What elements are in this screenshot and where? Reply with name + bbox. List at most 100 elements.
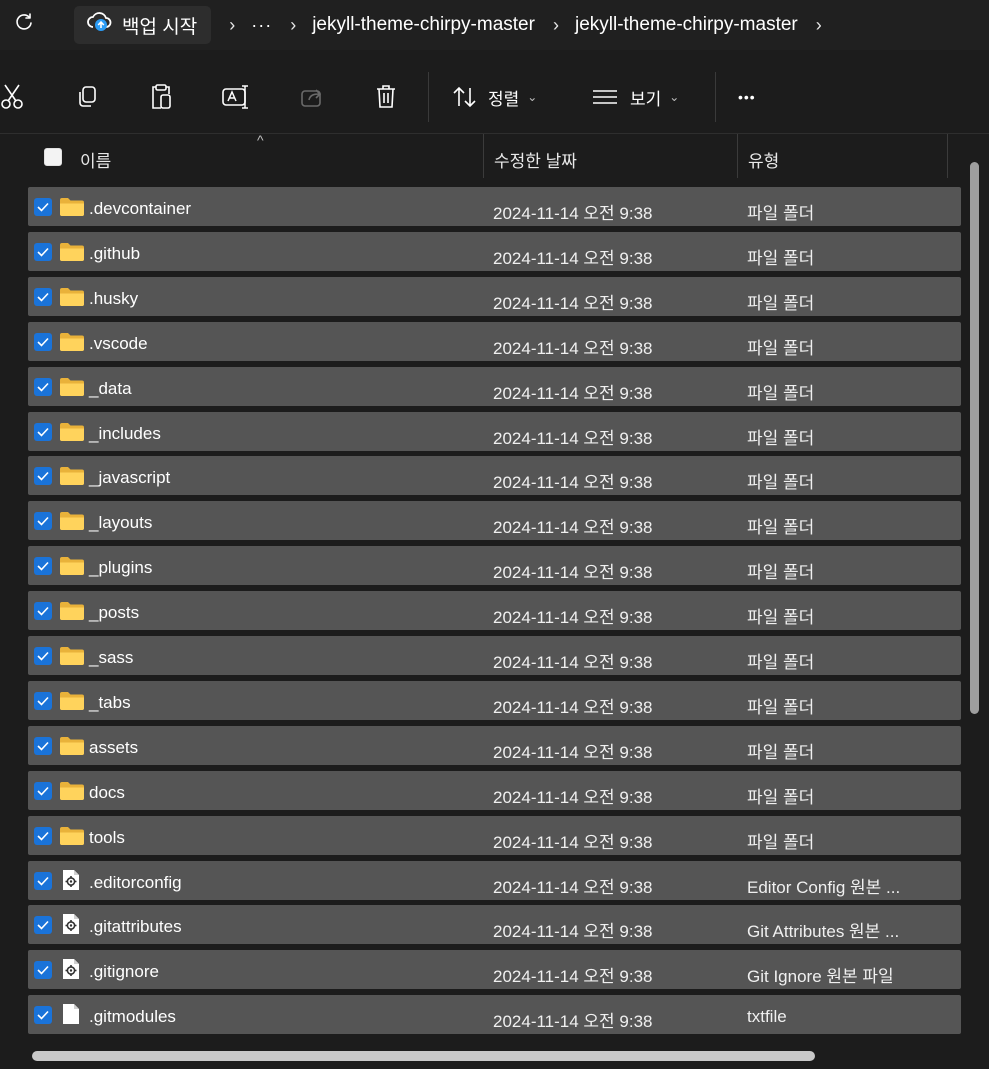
file-name[interactable]: _includes [89, 424, 161, 444]
sort-button[interactable]: 정렬 ⌄ [452, 80, 537, 114]
file-row[interactable]: .gitignore 2024-11-14 오전 9:38 Git Ignore 원… [28, 950, 961, 989]
file-row[interactable]: _posts 2024-11-14 오전 9:38 파일 폴더 [28, 591, 961, 630]
view-button[interactable]: 보기 ⌄ [592, 80, 679, 114]
start-backup-button[interactable]: 백업 시작 [74, 6, 212, 44]
row-checkbox[interactable] [34, 243, 52, 261]
row-checkbox[interactable] [34, 872, 52, 890]
column-divider[interactable] [947, 134, 948, 178]
row-checkbox[interactable] [34, 737, 52, 755]
folder-icon [59, 511, 85, 536]
row-checkbox[interactable] [34, 916, 52, 934]
file-name[interactable]: _layouts [89, 513, 152, 533]
checkmark-icon [37, 422, 49, 442]
column-name[interactable]: 이름 [80, 147, 111, 172]
checkmark-icon [37, 691, 49, 711]
file-name[interactable]: _data [89, 379, 132, 399]
vertical-scrollbar-thumb[interactable] [970, 162, 979, 714]
row-checkbox[interactable] [34, 512, 52, 530]
file-name[interactable]: .vscode [89, 334, 148, 354]
file-name[interactable]: assets [89, 738, 138, 758]
row-checkbox[interactable] [34, 647, 52, 665]
file-row[interactable]: _layouts 2024-11-14 오전 9:38 파일 폴더 [28, 501, 961, 540]
file-name[interactable]: .gitignore [89, 962, 159, 982]
folder-icon [59, 646, 85, 671]
file-row[interactable]: _data 2024-11-14 오전 9:38 파일 폴더 [28, 367, 961, 406]
file-row[interactable]: _includes 2024-11-14 오전 9:38 파일 폴더 [28, 412, 961, 451]
breadcrumb-item[interactable]: jekyll-theme-chirpy-master [575, 14, 798, 36]
row-checkbox[interactable] [34, 1006, 52, 1024]
file-type: 파일 폴더 [747, 563, 815, 582]
cut-icon [1, 84, 23, 110]
file-row[interactable]: .gitattributes 2024-11-14 오전 9:38 Git Attr… [28, 905, 961, 944]
file-modified-date: 2024-11-14 오전 9:38 [493, 1012, 653, 1031]
row-checkbox[interactable] [34, 423, 52, 441]
file-row[interactable]: .vscode 2024-11-14 오전 9:38 파일 폴더 [28, 322, 961, 361]
file-row[interactable]: _tabs 2024-11-14 오전 9:38 파일 폴더 [28, 681, 961, 720]
share-button[interactable] [298, 80, 326, 114]
file-name[interactable]: docs [89, 783, 125, 803]
row-checkbox[interactable] [34, 288, 52, 306]
row-checkbox[interactable] [34, 602, 52, 620]
breadcrumb-separator: › [552, 14, 559, 35]
breadcrumb-overflow[interactable]: ··· [251, 15, 272, 36]
file-row[interactable]: .devcontainer 2024-11-14 오전 9:38 파일 폴더 [28, 187, 961, 226]
toolbar-divider [428, 72, 429, 122]
checkmark-icon [37, 646, 49, 666]
file-row[interactable]: assets 2024-11-14 오전 9:38 파일 폴더 [28, 726, 961, 765]
row-checkbox[interactable] [34, 467, 52, 485]
file-row[interactable]: tools 2024-11-14 오전 9:38 파일 폴더 [28, 816, 961, 855]
column-modified-date[interactable]: 수정한 날짜 [494, 147, 577, 172]
horizontal-scrollbar-thumb[interactable] [32, 1051, 815, 1061]
row-checkbox[interactable] [34, 782, 52, 800]
file-row[interactable]: .gitmodules 2024-11-14 오전 9:38 txtfile [28, 995, 961, 1034]
row-checkbox[interactable] [34, 961, 52, 979]
row-checkbox[interactable] [34, 557, 52, 575]
file-type: txtfile [747, 1007, 787, 1026]
file-name[interactable]: _plugins [89, 558, 152, 578]
column-divider[interactable] [483, 134, 484, 178]
breadcrumb-item[interactable]: jekyll-theme-chirpy-master [312, 14, 535, 36]
file-name[interactable]: _javascript [89, 468, 170, 488]
select-all-checkbox[interactable] [44, 148, 62, 166]
row-checkbox[interactable] [34, 198, 52, 216]
row-checkbox[interactable] [34, 333, 52, 351]
file-name[interactable]: _sass [89, 648, 133, 668]
file-row[interactable]: _javascript 2024-11-14 오전 9:38 파일 폴더 [28, 456, 961, 495]
copy-button[interactable] [72, 80, 102, 114]
file-type: 파일 폴더 [747, 204, 815, 223]
file-row[interactable]: .husky 2024-11-14 오전 9:38 파일 폴더 [28, 277, 961, 316]
more-options-button[interactable]: ••• [738, 80, 756, 114]
file-modified-date: 2024-11-14 오전 9:38 [493, 204, 653, 223]
rename-button[interactable] [220, 80, 252, 114]
column-divider[interactable] [737, 134, 738, 178]
cut-button[interactable] [0, 80, 24, 114]
refresh-button[interactable] [0, 0, 48, 50]
file-name[interactable]: _posts [89, 603, 139, 623]
file-name[interactable]: .github [89, 244, 140, 264]
file-name[interactable]: .devcontainer [89, 199, 191, 219]
file-name[interactable]: tools [89, 828, 125, 848]
file-name[interactable]: _tabs [89, 693, 131, 713]
file-row[interactable]: docs 2024-11-14 오전 9:38 파일 폴더 [28, 771, 961, 810]
copy-icon [76, 85, 98, 109]
checkmark-icon [37, 242, 49, 262]
file-name[interactable]: .gitattributes [89, 917, 182, 937]
file-row[interactable]: .github 2024-11-14 오전 9:38 파일 폴더 [28, 232, 961, 271]
toolbar-divider [715, 72, 716, 122]
breadcrumb-separator: › [815, 14, 822, 35]
paste-button[interactable] [146, 80, 176, 114]
column-type[interactable]: 유형 [748, 147, 779, 172]
delete-button[interactable] [372, 80, 400, 114]
file-type: 파일 폴더 [747, 743, 815, 762]
file-type: 파일 폴더 [747, 249, 815, 268]
file-row[interactable]: _sass 2024-11-14 오전 9:38 파일 폴더 [28, 636, 961, 675]
file-name[interactable]: .gitmodules [89, 1007, 176, 1027]
file-row[interactable]: _plugins 2024-11-14 오전 9:38 파일 폴더 [28, 546, 961, 585]
file-name[interactable]: .editorconfig [89, 873, 182, 893]
file-modified-date: 2024-11-14 오전 9:38 [493, 698, 653, 717]
row-checkbox[interactable] [34, 692, 52, 710]
file-name[interactable]: .husky [89, 289, 138, 309]
row-checkbox[interactable] [34, 378, 52, 396]
file-row[interactable]: .editorconfig 2024-11-14 오전 9:38 Editor Co… [28, 861, 961, 900]
row-checkbox[interactable] [34, 827, 52, 845]
